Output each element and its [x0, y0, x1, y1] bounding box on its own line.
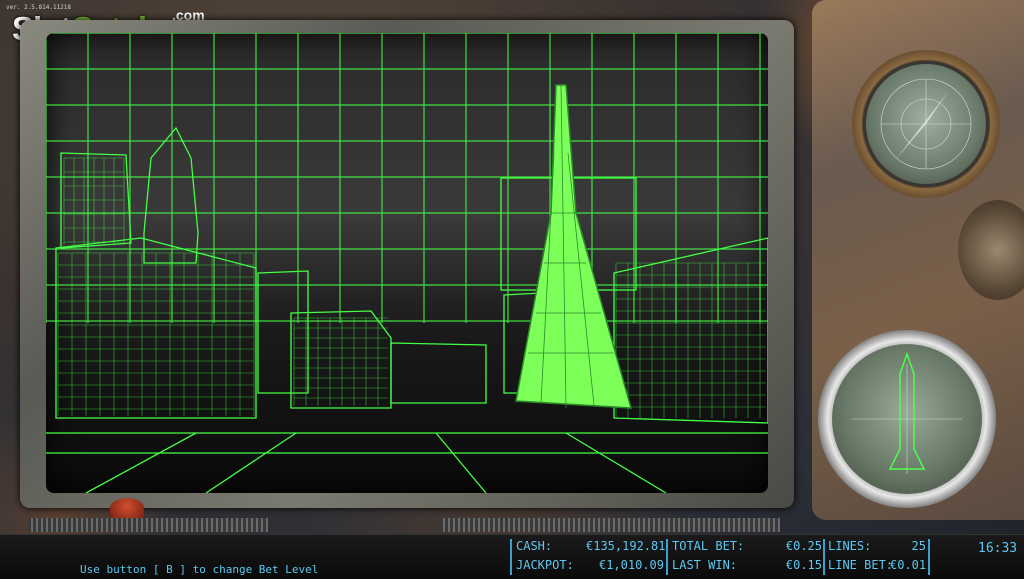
total-bet-value: €0.25 — [785, 539, 822, 553]
separator — [928, 539, 930, 575]
lines-value: 25 — [911, 539, 926, 553]
line-bet-label: LINE BET: — [828, 558, 894, 572]
jackpot-label: JACKPOT: — [516, 558, 574, 572]
building-grid — [57, 157, 766, 418]
last-win-value: €0.15 — [785, 558, 822, 572]
radar-face — [866, 64, 986, 184]
building-mid-left — [257, 270, 309, 394]
jackpot-value: €1,010.09 — [598, 558, 664, 572]
status-bar: Use button [ B ] to change Bet Level CAS… — [0, 534, 1024, 579]
cash-value: €135,192.81 — [586, 539, 666, 553]
red-knob[interactable] — [110, 498, 144, 518]
missile-face — [832, 344, 982, 494]
total-bet-label: TOTAL BET: — [672, 539, 745, 553]
line-bet-value: €0.01 — [890, 558, 927, 572]
clock: 16:33 — [978, 541, 1018, 556]
spire-tower — [515, 84, 633, 409]
missile-gauge — [818, 330, 996, 508]
separator — [666, 539, 668, 575]
separator — [510, 539, 512, 575]
buildings — [46, 126, 768, 493]
bet-level-hint: Use button [ B ] to change Bet Level — [80, 563, 319, 576]
radar-screen — [46, 33, 768, 493]
building-left-back — [60, 152, 132, 249]
last-win-label: LAST WIN: — [672, 558, 738, 572]
lines-label: LINES: — [828, 539, 872, 553]
cash-label: CASH: — [516, 539, 553, 553]
building-low — [390, 342, 487, 404]
tower-left — [143, 126, 199, 264]
vent-left — [28, 518, 268, 532]
separator — [823, 539, 825, 575]
wireframe-city — [46, 33, 768, 493]
vent-right — [440, 518, 780, 532]
radar-gauge — [852, 50, 1000, 198]
sky-grid — [46, 33, 768, 323]
